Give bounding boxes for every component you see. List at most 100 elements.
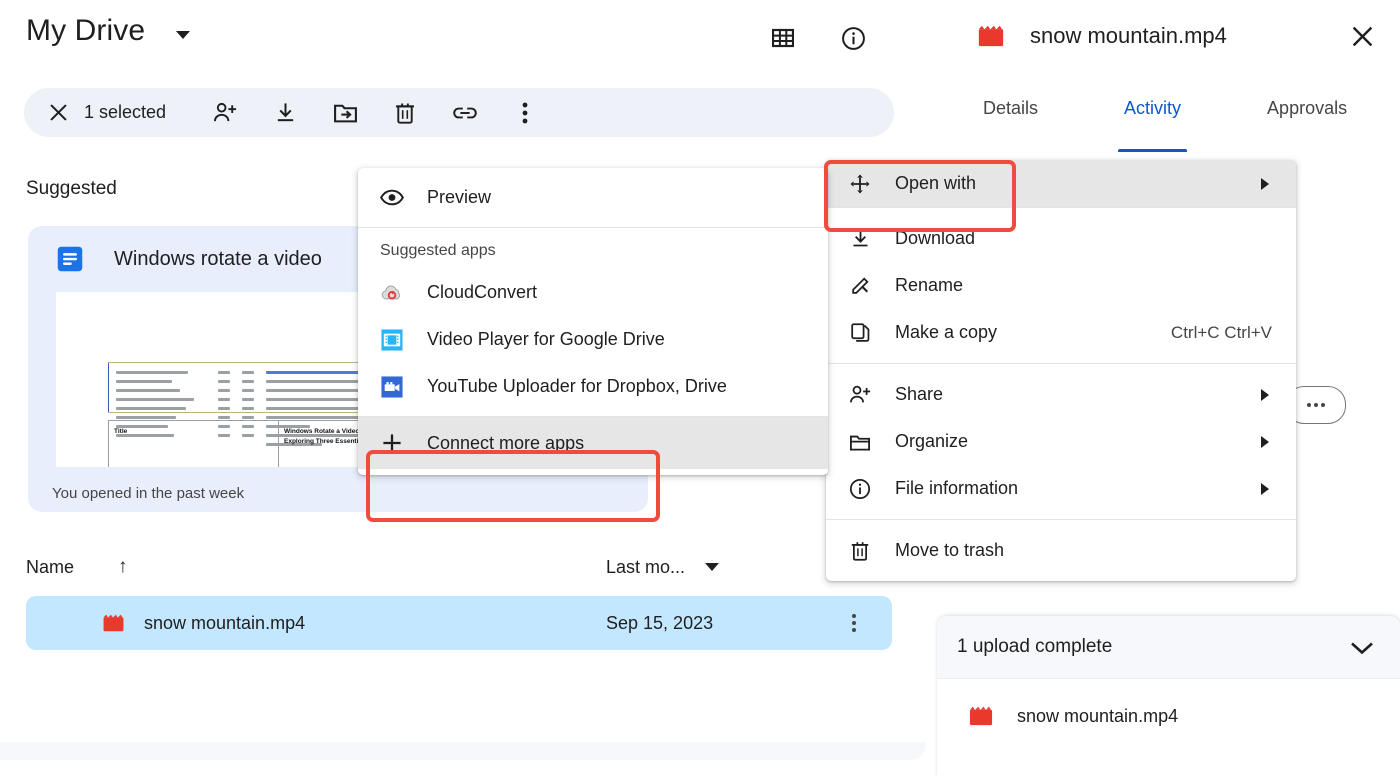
submenu-item-label: CloudConvert bbox=[427, 282, 537, 303]
dot-2 bbox=[1314, 403, 1318, 407]
details-panel-file-name: snow mountain.mp4 bbox=[1030, 23, 1227, 49]
folder-icon bbox=[848, 430, 872, 454]
drive-header: My Drive bbox=[0, 0, 926, 76]
menu-item-move-to-trash[interactable]: Move to trash bbox=[826, 527, 1296, 574]
move-to-folder-button[interactable] bbox=[328, 96, 362, 130]
file-context-menu: Open with Download Rename bbox=[826, 160, 1296, 581]
tab-details[interactable]: Details bbox=[983, 98, 1038, 152]
menu-item-label: Move to trash bbox=[895, 540, 1004, 561]
open-with-icon bbox=[848, 172, 872, 196]
clear-selection-button[interactable] bbox=[38, 93, 78, 133]
download-icon bbox=[274, 101, 297, 124]
mp4-video-icon bbox=[978, 25, 1004, 47]
suggested-card-footer: You opened in the past week bbox=[52, 485, 244, 502]
dot-1 bbox=[1307, 403, 1311, 407]
file-table-header: Name ↑ Last mo... bbox=[0, 544, 892, 590]
link-icon bbox=[452, 104, 478, 122]
menu-item-label: Open with bbox=[895, 173, 976, 194]
submenu-item-youtube-uploader[interactable]: YouTube Uploader for Dropbox, Drive bbox=[358, 363, 828, 410]
page-title[interactable]: My Drive bbox=[26, 14, 145, 48]
submenu-item-cloudconvert[interactable]: CloudConvert bbox=[358, 269, 828, 316]
get-link-button[interactable] bbox=[448, 96, 482, 130]
suggested-section-label: Suggested bbox=[26, 178, 117, 200]
suggested-card-title: Windows rotate a video bbox=[114, 248, 322, 271]
column-header-name[interactable]: Name bbox=[26, 557, 74, 578]
details-panel-tabs: Details Activity Approvals bbox=[935, 98, 1400, 152]
youtube-uploader-icon bbox=[380, 375, 404, 399]
share-button[interactable] bbox=[208, 96, 242, 130]
thumbnail-vertical-rule bbox=[108, 362, 109, 412]
selection-count-label: 1 selected bbox=[84, 102, 166, 123]
close-icon bbox=[48, 102, 69, 123]
info-circle-icon bbox=[841, 26, 866, 51]
menu-item-file-information[interactable]: File information bbox=[826, 465, 1296, 512]
menu-item-label: Make a copy bbox=[895, 322, 997, 343]
mp4-video-icon bbox=[103, 614, 124, 632]
cloudconvert-icon bbox=[380, 281, 404, 305]
open-with-submenu: Preview Suggested apps CloudConvert bbox=[358, 168, 828, 475]
menu-item-organize[interactable]: Organize bbox=[826, 418, 1296, 465]
more-options-button[interactable] bbox=[508, 96, 542, 130]
details-panel-header: snow mountain.mp4 bbox=[935, 0, 1400, 72]
eye-preview-icon bbox=[380, 186, 404, 210]
submenu-arrow-icon bbox=[1261, 483, 1269, 495]
move-to-folder-icon bbox=[333, 101, 358, 124]
upload-toast-collapse-button[interactable] bbox=[1344, 630, 1380, 666]
menu-item-label: Share bbox=[895, 384, 943, 405]
submenu-item-label: YouTube Uploader for Dropbox, Drive bbox=[427, 376, 727, 397]
menu-item-open-with[interactable]: Open with bbox=[826, 160, 1296, 207]
submenu-item-label: Connect more apps bbox=[427, 433, 584, 454]
more-vertical-icon bbox=[522, 101, 528, 125]
chevron-down-icon bbox=[1349, 640, 1375, 656]
upload-toast-item[interactable]: snow mountain.mp4 bbox=[937, 679, 1400, 753]
menu-item-shortcut: Ctrl+C Ctrl+V bbox=[1171, 323, 1272, 343]
submenu-item-video-player[interactable]: Video Player for Google Drive bbox=[358, 316, 828, 363]
upload-status-toast: 1 upload complete snow mountain.mp4 bbox=[937, 616, 1400, 776]
sort-ascending-icon[interactable]: ↑ bbox=[118, 556, 128, 578]
trash-icon bbox=[394, 101, 416, 124]
upload-toast-title: 1 upload complete bbox=[957, 636, 1112, 658]
submenu-item-connect-more-apps[interactable]: Connect more apps bbox=[358, 417, 828, 469]
info-circle-icon bbox=[848, 477, 872, 501]
submenu-arrow-icon bbox=[1261, 436, 1269, 448]
menu-item-rename[interactable]: Rename bbox=[826, 262, 1296, 309]
download-button[interactable] bbox=[268, 96, 302, 130]
row-more-options-button[interactable] bbox=[852, 614, 856, 632]
thumbnail-title-label: Title bbox=[114, 427, 273, 437]
upload-toast-header: 1 upload complete bbox=[937, 616, 1400, 679]
tab-approvals[interactable]: Approvals bbox=[1267, 98, 1347, 152]
file-name-cell: snow mountain.mp4 bbox=[144, 613, 305, 634]
grid-view-button[interactable] bbox=[765, 20, 801, 56]
details-panel-close-button[interactable] bbox=[1342, 16, 1382, 56]
google-docs-icon bbox=[56, 245, 84, 273]
menu-item-make-a-copy[interactable]: Make a copy Ctrl+C Ctrl+V bbox=[826, 309, 1296, 356]
selection-toolbar: 1 selected bbox=[24, 88, 894, 137]
menu-item-label: Download bbox=[895, 228, 975, 249]
tab-activity[interactable]: Activity bbox=[1124, 98, 1181, 152]
rename-pencil-icon bbox=[848, 274, 872, 298]
submenu-arrow-icon bbox=[1261, 389, 1269, 401]
file-info-button[interactable] bbox=[835, 20, 871, 56]
title-dropdown-caret-icon[interactable] bbox=[176, 31, 190, 39]
file-modified-cell: Sep 15, 2023 bbox=[606, 613, 713, 634]
menu-item-label: Rename bbox=[895, 275, 963, 296]
submenu-item-label: Video Player for Google Drive bbox=[427, 329, 665, 350]
close-icon bbox=[1350, 24, 1375, 49]
dot-3 bbox=[1321, 403, 1325, 407]
submenu-item-preview[interactable]: Preview bbox=[358, 174, 828, 221]
submenu-arrow-icon bbox=[1261, 178, 1269, 190]
trash-button[interactable] bbox=[388, 96, 422, 130]
mp4-video-icon bbox=[969, 706, 993, 726]
plus-icon bbox=[380, 431, 404, 455]
panel-bottom-band bbox=[0, 742, 926, 760]
table-row[interactable]: snow mountain.mp4 Sep 15, 2023 bbox=[26, 596, 892, 650]
download-icon bbox=[848, 227, 872, 251]
menu-item-download[interactable]: Download bbox=[826, 215, 1296, 262]
column-header-last-modified[interactable]: Last mo... bbox=[606, 557, 685, 578]
share-person-add-icon bbox=[213, 101, 238, 124]
column-sort-caret-icon[interactable] bbox=[705, 563, 719, 571]
share-person-add-icon bbox=[848, 383, 872, 407]
upload-toast-item-name: snow mountain.mp4 bbox=[1017, 706, 1178, 727]
menu-item-share[interactable]: Share bbox=[826, 371, 1296, 418]
menu-item-label: Organize bbox=[895, 431, 968, 452]
